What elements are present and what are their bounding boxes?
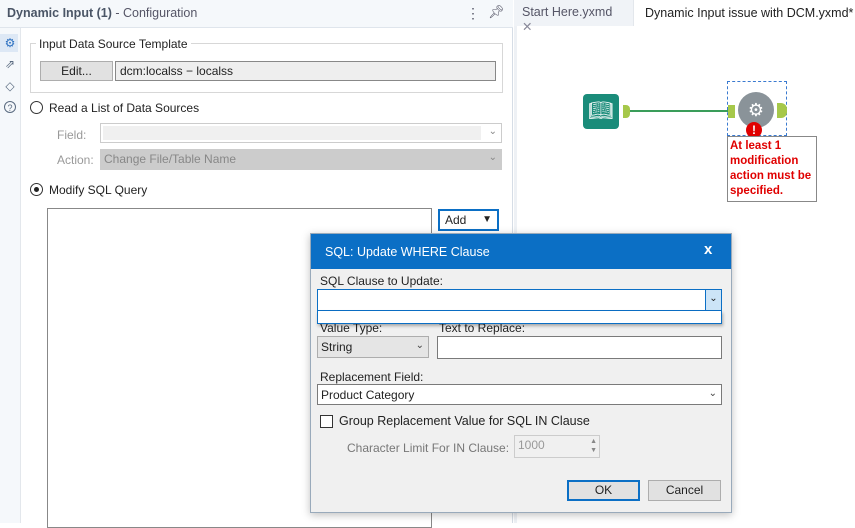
tab-bar: Start Here.yxmd ✕ Dynamic Input issue wi… <box>514 0 855 34</box>
pin-icon[interactable]: 📌︎ <box>488 4 505 20</box>
spinner-arrows-icon[interactable]: ▲ ▼ <box>590 437 597 455</box>
modify-sql-radio[interactable] <box>30 183 43 196</box>
template-group-label: Input Data Source Template <box>36 37 191 51</box>
ok-button[interactable]: OK <box>567 480 640 501</box>
chevron-down-icon: ⌄ <box>488 152 497 163</box>
text-replace-input[interactable] <box>437 336 722 359</box>
group-in-clause-label: Group Replacement Value for SQL IN Claus… <box>339 414 590 428</box>
output-anchor[interactable] <box>623 105 630 118</box>
chevron-down-icon: ⌄ <box>415 340 424 351</box>
chevron-down-icon[interactable]: ⌄ <box>705 290 721 310</box>
read-list-label: Read a List of Data Sources <box>49 101 200 115</box>
limit-spinner[interactable]: 1000 ▲ ▼ <box>514 435 600 458</box>
read-list-radio[interactable] <box>30 101 43 114</box>
modify-sql-label: Modify SQL Query <box>49 183 148 197</box>
group-in-clause-checkbox[interactable] <box>320 415 333 428</box>
clause-dropdown-list[interactable] <box>317 311 722 324</box>
add-button[interactable]: Add ▼ <box>438 209 499 231</box>
gear-icon[interactable]: ⚙ <box>3 36 17 50</box>
arrow-circle-icon[interactable]: ⇗ <box>3 57 17 71</box>
dropdown-arrow-icon: ▼ <box>482 214 492 225</box>
chevron-down-icon: ⌄ <box>488 126 497 137</box>
panel-sidebar: ⚙ ⇗ ◇ ? <box>0 28 21 523</box>
field-label: Field: <box>57 128 87 142</box>
tab-dynamic-input-issue[interactable]: Dynamic Input issue with DCM.yxmd* ✕ <box>637 0 855 26</box>
output-anchor[interactable] <box>777 103 787 118</box>
cancel-button[interactable]: Cancel <box>648 480 721 501</box>
limit-label: Character Limit For IN Clause: <box>347 441 510 455</box>
panel-header: Dynamic Input (1) - Configuration ⋮ 📌︎ <box>0 0 513 28</box>
input-tool-icon[interactable]: 📖︎ <box>583 94 619 129</box>
connection-line <box>630 110 728 112</box>
clause-label: SQL Clause to Update: <box>320 274 443 288</box>
close-icon[interactable]: x <box>704 241 712 258</box>
chevron-down-icon: ⌄ <box>708 388 717 399</box>
value-type-dropdown[interactable]: String ⌄ <box>317 336 429 358</box>
tag-icon[interactable]: ◇ <box>3 79 17 93</box>
help-icon[interactable]: ? <box>4 101 16 113</box>
error-message: At least 1 modification action must be s… <box>727 136 817 202</box>
input-anchor[interactable] <box>728 105 735 118</box>
tab-start-here[interactable]: Start Here.yxmd ✕ <box>514 0 634 34</box>
field-dropdown[interactable]: ⌄ <box>100 123 502 143</box>
source-template-field: dcm:localss − localss <box>115 61 496 81</box>
panel-title: Dynamic Input (1) - Configuration <box>7 6 198 20</box>
kebab-icon[interactable]: ⋮ <box>466 5 480 22</box>
dialog-title-bar: SQL: Update WHERE Clause x <box>311 234 731 269</box>
action-dropdown[interactable]: Change File/Table Name ⌄ <box>100 149 502 170</box>
replacement-label: Replacement Field: <box>320 370 424 384</box>
edit-button[interactable]: Edit... <box>40 61 113 81</box>
clause-dropdown[interactable]: ⌄ <box>317 289 722 311</box>
replacement-field-dropdown[interactable]: Product Category ⌄ <box>317 384 722 405</box>
update-where-dialog: SQL: Update WHERE Clause x SQL Clause to… <box>310 233 732 513</box>
dialog-title: SQL: Update WHERE Clause <box>325 245 490 259</box>
action-label: Action: <box>57 153 94 167</box>
